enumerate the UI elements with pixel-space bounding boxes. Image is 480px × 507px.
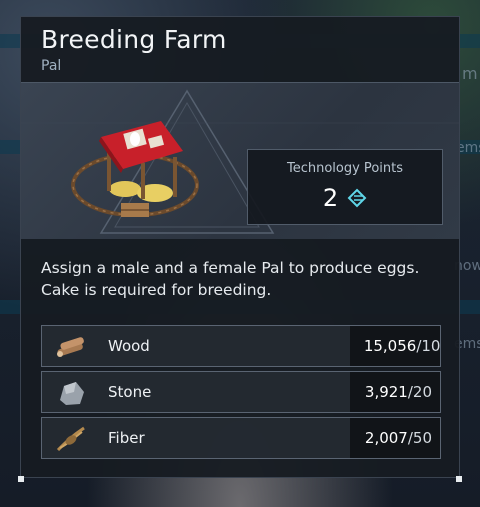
building-preview: Technology Points 2 (21, 83, 459, 239)
panel-corner-marker (456, 476, 462, 482)
material-row-wood: Wood 15,056/100 (41, 325, 441, 367)
stone-icon (60, 382, 84, 405)
material-count: 2,007/50 (365, 429, 432, 447)
material-name: Stone (108, 383, 152, 401)
technology-points-label: Technology Points (286, 161, 403, 176)
building-detail-panel: Breeding Farm Pal Technology Points 2 As… (20, 16, 460, 478)
material-count-area: 15,056/100 (310, 326, 440, 366)
material-have: 15,056 (363, 337, 417, 355)
material-need: /100 (416, 337, 440, 355)
technology-points-box: Technology Points 2 (247, 149, 443, 225)
wood-icon (57, 337, 84, 357)
panel-header: Breeding Farm Pal (21, 17, 459, 83)
material-count: 3,921/20 (365, 383, 432, 401)
material-have: 2,007 (364, 429, 408, 447)
technology-points-value: 2 (322, 184, 339, 212)
building-category: Pal (41, 58, 62, 74)
fiber-icon (56, 426, 85, 452)
description-line: Assign a male and a female Pal to produc… (41, 259, 420, 277)
background-edge-text: m (462, 64, 478, 83)
material-need: /50 (407, 429, 432, 447)
material-name: Fiber (108, 429, 145, 447)
material-name: Wood (108, 337, 150, 355)
panel-corner-marker (18, 476, 24, 482)
material-count: 15,056/100 (364, 337, 440, 355)
material-have: 3,921 (364, 383, 408, 401)
building-title: Breeding Farm (41, 25, 227, 54)
material-row-stone: Stone 3,921/20 (41, 371, 441, 413)
material-row-fiber: Fiber 2,007/50 (41, 417, 441, 459)
building-description: Assign a male and a female Pal to produc… (41, 257, 451, 301)
tech-point-icon (347, 188, 367, 208)
material-need: /20 (407, 383, 432, 401)
breeding-farm-icon (71, 121, 199, 217)
description-line: Cake is required for breeding. (41, 281, 272, 299)
